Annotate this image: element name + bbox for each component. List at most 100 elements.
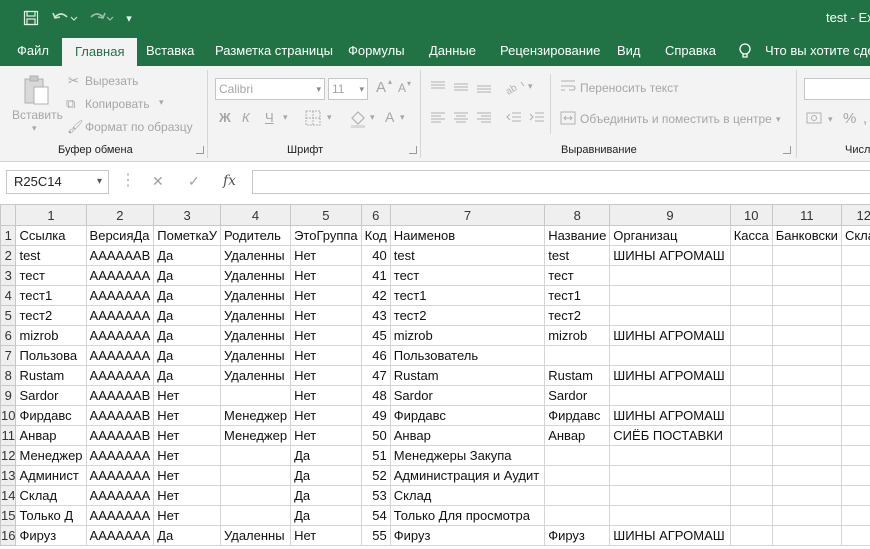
copy-button[interactable]: Копировать [85,97,150,111]
cell[interactable]: Rustam [544,365,611,386]
cell[interactable]: 41 [360,265,391,286]
row-header[interactable]: 5 [0,305,17,326]
cell[interactable]: Фирдавс [389,405,546,426]
tab-help[interactable]: Справка [665,36,716,66]
font-launcher-icon[interactable] [409,146,417,154]
column-header[interactable]: 3 [153,204,221,226]
cell[interactable]: Пользова [15,345,87,366]
row-header[interactable]: 10 [0,405,17,426]
cell[interactable] [840,305,870,326]
cell[interactable] [729,365,773,386]
cell[interactable]: Нет [153,505,221,526]
cell[interactable] [609,345,731,366]
cell[interactable] [771,505,842,526]
cell[interactable]: 54 [360,505,391,526]
cell[interactable]: Удаленны [219,325,292,346]
cell[interactable]: Удаленны [219,305,292,326]
cell[interactable]: AAAAAAA [85,325,155,346]
select-all-corner[interactable] [0,204,17,226]
cell[interactable]: Rustam [15,365,87,386]
cell[interactable]: тест [389,265,546,286]
wrap-text-icon[interactable] [560,79,576,96]
italic-button[interactable]: К [242,110,250,125]
cell[interactable]: AAAAAAA [85,525,155,546]
borders-icon[interactable] [305,110,321,129]
cell[interactable] [609,505,731,526]
cell[interactable]: Название [544,225,611,246]
cell[interactable] [771,405,842,426]
cell[interactable]: тест [15,265,87,286]
cell[interactable]: Нет [290,265,362,286]
cell[interactable]: Организац [609,225,731,246]
cell[interactable]: 40 [360,245,391,266]
cell[interactable]: mizrob [389,325,546,346]
cell[interactable]: AAAAAAB [85,245,155,266]
tab-insert[interactable]: Вставка [146,36,194,66]
row-header[interactable]: 7 [0,345,17,366]
cell[interactable]: 45 [360,325,391,346]
formula-input[interactable] [252,170,870,194]
cell[interactable] [544,345,611,366]
cell[interactable] [840,525,870,546]
cell[interactable]: 55 [360,525,391,546]
cell[interactable]: Нет [290,405,362,426]
orientation-icon[interactable]: ab [504,78,526,99]
column-header[interactable]: 2 [85,204,155,226]
cell[interactable]: Sardor [389,385,546,406]
tab-page-layout[interactable]: Разметка страницы [215,36,333,66]
cell[interactable] [729,285,773,306]
cell[interactable]: Нет [290,425,362,446]
paste-dropdown-icon[interactable]: ▾ [32,123,37,134]
cell[interactable]: Анвар [544,425,611,446]
cell[interactable] [771,325,842,346]
cell[interactable]: Да [290,505,362,526]
cell[interactable] [609,485,731,506]
cell[interactable]: 50 [360,425,391,446]
cell[interactable]: 53 [360,485,391,506]
cell[interactable] [771,385,842,406]
column-header[interactable]: 12 [840,204,870,226]
underline-button[interactable]: Ч [265,110,274,125]
wrap-text-button[interactable]: Переносить текст [580,81,679,95]
fill-color-dropdown-icon[interactable]: ▾ [370,112,375,123]
underline-dropdown-icon[interactable]: ▾ [283,112,288,123]
cell[interactable] [729,485,773,506]
column-header[interactable]: 10 [729,204,773,226]
cell[interactable]: тест2 [544,305,611,326]
cell[interactable]: Банковски [771,225,842,246]
cell[interactable] [771,245,842,266]
cell[interactable]: Анвар [389,425,546,446]
cell[interactable] [840,505,870,526]
cell[interactable] [771,345,842,366]
save-icon[interactable] [20,6,42,30]
cell[interactable]: Удаленны [219,245,292,266]
cell[interactable]: AAAAAAB [85,405,155,426]
row-header[interactable]: 3 [0,265,17,286]
cell[interactable]: Код [360,225,391,246]
cell[interactable]: AAAAAAA [85,285,155,306]
cell[interactable]: Менеджер [219,425,292,446]
tab-data[interactable]: Данные [429,36,476,66]
cell[interactable] [609,465,731,486]
row-header[interactable]: 13 [0,465,17,486]
cell[interactable]: тест1 [389,285,546,306]
cell[interactable] [219,485,292,506]
paste-button[interactable]: Вставить [12,108,63,122]
cell[interactable]: Удаленны [219,265,292,286]
cell[interactable]: Нет [153,465,221,486]
fill-color-icon[interactable] [349,110,367,131]
cell[interactable] [544,505,611,526]
currency-dropdown-icon[interactable]: ▾ [828,114,833,125]
cell[interactable] [609,385,731,406]
cell[interactable] [544,485,611,506]
customize-icon[interactable]: ▾ [122,6,136,30]
cell[interactable]: Склад [15,485,87,506]
cell[interactable]: Родитель [219,225,292,246]
row-header[interactable]: 2 [0,245,17,266]
row-header[interactable]: 8 [0,365,17,386]
cell[interactable]: Удаленны [219,345,292,366]
bold-button[interactable]: Ж [219,110,231,125]
cell[interactable] [729,505,773,526]
cell[interactable] [729,385,773,406]
cell[interactable]: Да [153,325,221,346]
